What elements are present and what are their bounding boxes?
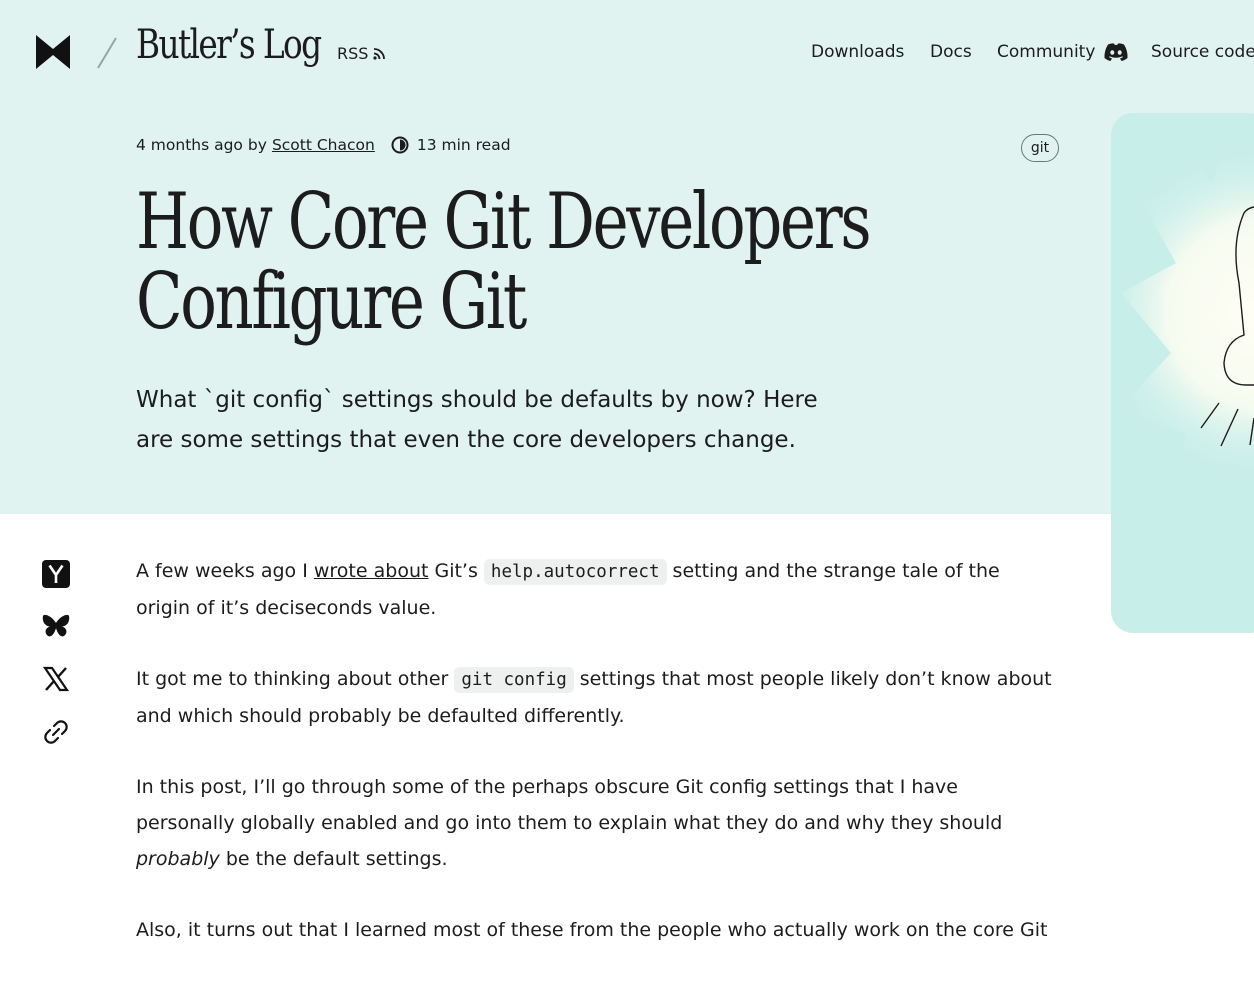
post-title: How Core Git Developers Configure Git (136, 177, 872, 347)
article-body: A few weeks ago I wrote about Git’s help… (136, 553, 1056, 983)
site-title[interactable]: Butler’s Log (136, 22, 322, 68)
share-bluesky[interactable] (40, 610, 72, 642)
author-link[interactable]: Scott Chacon (272, 136, 375, 154)
tag-git[interactable]: git (1021, 134, 1059, 162)
wrote-about-link[interactable]: wrote about (314, 560, 429, 582)
by-label: by (247, 136, 267, 154)
nav-community-label: Community (997, 42, 1096, 62)
post-time: 4 months ago (136, 136, 243, 154)
text: It got me to thinking about other (136, 668, 455, 690)
inline-code: git config (454, 667, 574, 693)
rss-label: RSS (337, 44, 369, 63)
read-time: 13 min read (416, 136, 511, 154)
paragraph: In this post, I’ll go through some of th… (136, 769, 1056, 877)
inline-code: help.autocorrect (483, 559, 667, 585)
x-icon (42, 666, 70, 692)
divider-slash (97, 37, 117, 69)
discord-icon (1104, 43, 1128, 61)
read-time-icon (391, 136, 409, 154)
share-hacker-news[interactable] (40, 558, 72, 590)
text: A few weeks ago I (136, 560, 314, 582)
rss-link[interactable]: RSS (337, 44, 386, 63)
nav-downloads[interactable]: Downloads (811, 42, 904, 62)
hero-illustration (1111, 113, 1254, 633)
post-subtitle: What `git config` settings should be def… (136, 387, 818, 453)
nav-source-code[interactable]: Source code (1151, 42, 1254, 62)
paragraph: Also, it turns out that I learned most o… (136, 912, 1056, 948)
post-meta: 4 months ago by Scott Chacon 13 min read (136, 136, 511, 154)
text: be the default settings. (219, 848, 448, 870)
nav-community[interactable]: Community (997, 42, 1129, 62)
nav-docs[interactable]: Docs (930, 42, 972, 62)
hacker-news-icon (42, 560, 70, 588)
paragraph: A few weeks ago I wrote about Git’s help… (136, 553, 1056, 626)
link-icon (44, 720, 68, 744)
paragraph: It got me to thinking about other git co… (136, 661, 1056, 734)
text: In this post, I’ll go through some of th… (136, 776, 1003, 834)
gitbutler-logo-icon[interactable] (35, 34, 71, 70)
share-copy-link[interactable] (40, 716, 72, 748)
emphasis: probably (136, 848, 220, 870)
text: Git’s (428, 560, 484, 582)
share-x[interactable] (40, 663, 72, 695)
rss-icon (373, 47, 386, 60)
text: Also, it turns out that I learned most o… (136, 919, 1048, 941)
hero-illustration-art (1116, 113, 1254, 523)
bluesky-icon (42, 614, 70, 637)
